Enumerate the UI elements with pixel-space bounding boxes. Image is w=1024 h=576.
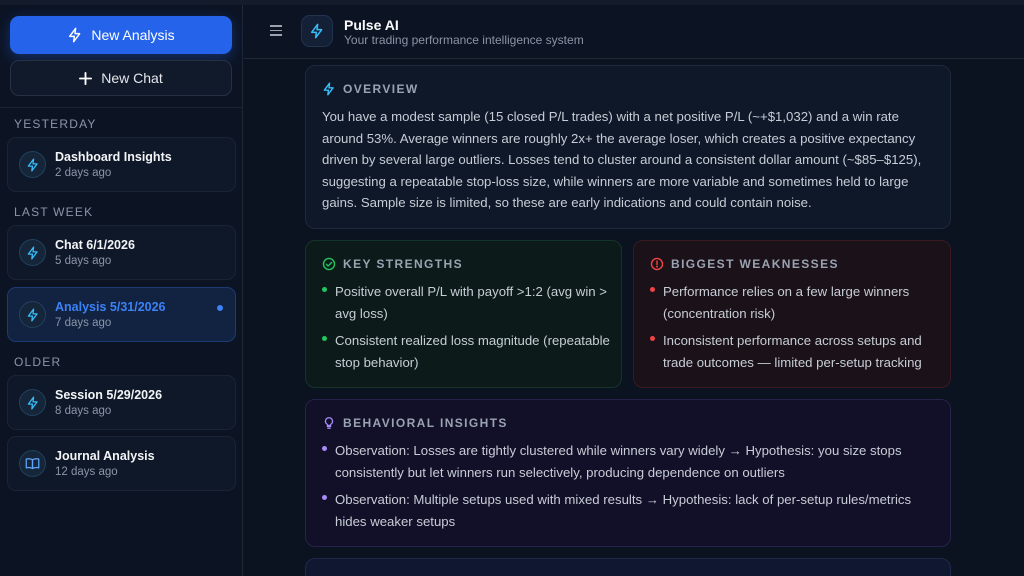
behavioral-insights-card: BEHAVIORAL INSIGHTS Observation: Losses …	[305, 399, 951, 547]
list-item: Performance relies on a few large winner…	[650, 281, 940, 324]
new-chat-label: New Chat	[101, 70, 163, 86]
key-strengths-card: KEY STRENGTHS Positive overall P/L with …	[305, 240, 622, 388]
chat-item-icon	[19, 301, 46, 328]
list-item-text: Consistent realized loss magnitude (repe…	[335, 333, 610, 370]
list-item: Positive overall P/L with payoff >1:2 (a…	[322, 281, 612, 324]
bolt-icon	[27, 158, 38, 171]
chat-item-time: 8 days ago	[55, 405, 112, 417]
behavior-label: BEHAVIORAL INSIGHTS	[343, 416, 508, 430]
chat-item-session-5-29-2026[interactable]: Session 5/29/2026 8 days ago	[7, 375, 236, 430]
overview-header: OVERVIEW	[322, 82, 419, 96]
section-label-last-week: LAST WEEK	[14, 205, 94, 219]
weaknesses-header: BIGGEST WEAKNESSES	[650, 257, 839, 271]
chat-item-journal-analysis[interactable]: Journal Analysis 12 days ago	[7, 436, 236, 491]
chat-item-icon	[19, 389, 46, 416]
header: Pulse AI Your trading performance intell…	[244, 5, 1024, 59]
section-label-yesterday: YESTERDAY	[14, 117, 97, 131]
biggest-weaknesses-card: BIGGEST WEAKNESSES Performance relies on…	[633, 240, 951, 388]
new-analysis-button[interactable]: New Analysis	[10, 16, 232, 54]
next-card-partial	[305, 558, 951, 576]
bolt-icon	[323, 82, 334, 96]
app-logo	[301, 15, 333, 47]
chat-item-time: 12 days ago	[55, 466, 118, 478]
bolt-icon	[27, 308, 38, 321]
chat-item-title: Session 5/29/2026	[55, 388, 163, 402]
list-item: Inconsistent performance across setups a…	[650, 330, 940, 373]
list-item-text: Performance relies on a few large winner…	[663, 284, 910, 321]
chat-item-icon	[19, 151, 46, 178]
chat-item-analysis-5-31-2026[interactable]: Analysis 5/31/2026 7 days ago	[7, 287, 236, 342]
chat-item-icon	[19, 450, 46, 477]
strengths-label: KEY STRENGTHS	[343, 257, 463, 271]
weaknesses-label: BIGGEST WEAKNESSES	[671, 257, 839, 271]
new-analysis-label: New Analysis	[91, 27, 175, 43]
chat-item-dashboard-insights[interactable]: Dashboard Insights 2 days ago	[7, 137, 236, 192]
chat-item-time: 5 days ago	[55, 255, 112, 267]
app-subtitle: Your trading performance intelligence sy…	[344, 33, 584, 47]
chat-item-title: Journal Analysis	[55, 449, 155, 463]
new-chat-button[interactable]: New Chat	[10, 60, 232, 96]
weaknesses-list: Performance relies on a few large winner…	[650, 281, 940, 379]
list-item-text: Positive overall P/L with payoff >1:2 (a…	[335, 284, 607, 321]
check-circle-icon	[322, 257, 336, 271]
strengths-header: KEY STRENGTHS	[322, 257, 463, 271]
overview-text: You have a modest sample (15 closed P/L …	[322, 109, 922, 211]
list-item: Consistent realized loss magnitude (repe…	[322, 330, 612, 373]
sidebar: New Analysis New Chat YESTERDAY Dashboar…	[0, 5, 243, 576]
list-item-text: Inconsistent performance across setups a…	[663, 333, 922, 370]
list-item: Observation: Losses are tightly clustere…	[322, 440, 932, 483]
active-indicator-dot	[217, 305, 223, 311]
menu-icon[interactable]	[270, 25, 282, 37]
sidebar-divider	[0, 107, 243, 108]
book-icon	[25, 458, 40, 470]
chat-item-time: 7 days ago	[55, 317, 112, 329]
app-title: Pulse AI	[344, 17, 399, 33]
overview-label: OVERVIEW	[343, 82, 419, 96]
behavior-header: BEHAVIORAL INSIGHTS	[322, 416, 508, 430]
chat-item-title: Chat 6/1/2026	[55, 238, 135, 252]
strengths-list: Positive overall P/L with payoff >1:2 (a…	[322, 281, 612, 379]
list-item: Observation: Multiple setups used with m…	[322, 489, 932, 532]
list-item-text: Observation: Losses are tightly clustere…	[335, 443, 902, 480]
chat-item-time: 2 days ago	[55, 167, 112, 179]
bolt-icon	[27, 396, 38, 409]
chat-item-chat-6-1-2026[interactable]: Chat 6/1/2026 5 days ago	[7, 225, 236, 280]
overview-card: OVERVIEW You have a modest sample (15 cl…	[305, 65, 951, 229]
chat-item-icon	[19, 239, 46, 266]
bolt-icon	[27, 246, 38, 259]
section-label-older: OLDER	[14, 355, 62, 369]
chat-item-title: Dashboard Insights	[55, 150, 172, 164]
alert-circle-icon	[650, 257, 664, 271]
list-item-text: Observation: Multiple setups used with m…	[335, 492, 912, 529]
bolt-icon	[310, 23, 323, 39]
bolt-icon	[69, 27, 81, 43]
behavior-list: Observation: Losses are tightly clustere…	[322, 440, 932, 538]
main-content: OVERVIEW You have a modest sample (15 cl…	[244, 60, 1024, 576]
chat-item-title: Analysis 5/31/2026	[55, 300, 166, 314]
plus-icon	[79, 71, 93, 85]
lightbulb-icon	[324, 417, 334, 429]
